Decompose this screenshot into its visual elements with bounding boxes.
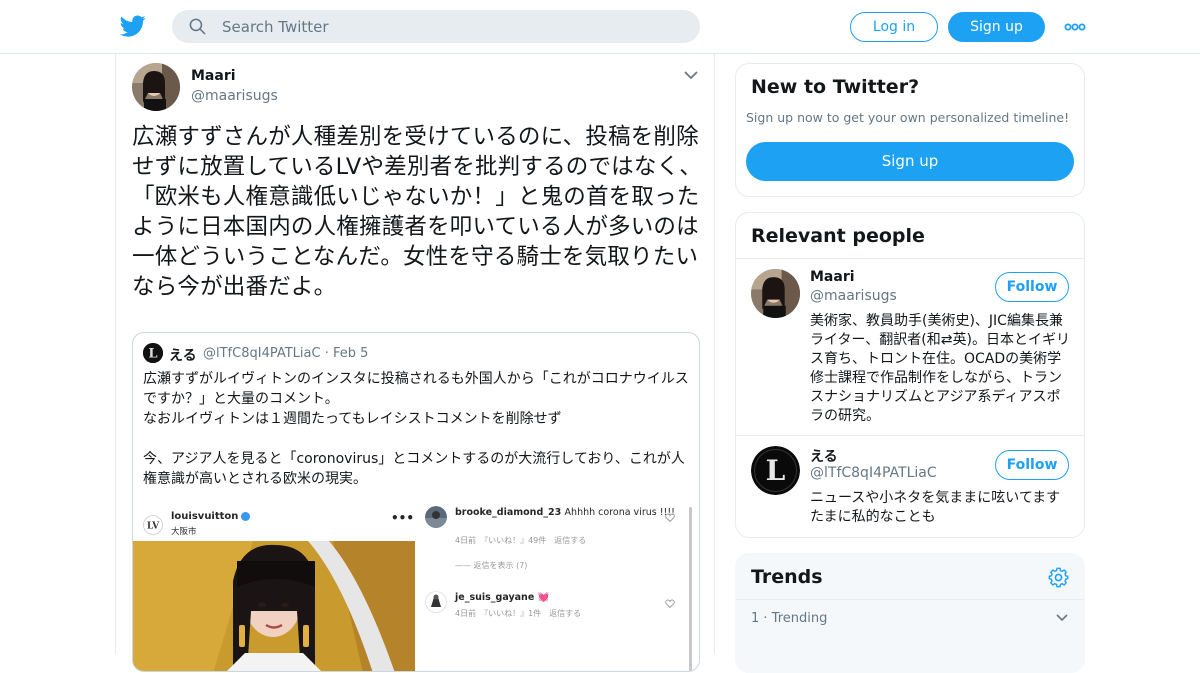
person-handle[interactable]: @maarisugs (810, 288, 897, 304)
instagram-account-name: louisvuitton (171, 511, 251, 522)
person-handle[interactable]: @lTfC8qI4PATLiaC (810, 465, 937, 481)
top-navigation-bar: Log in Sign up (0, 0, 1200, 54)
divider (736, 599, 1084, 600)
quoted-author-handle-date: @lTfC8qI4PATLiaC · Feb 5 (203, 346, 369, 361)
relevant-people-title: Relevant people (751, 225, 925, 247)
sidebar-signup-button[interactable]: Sign up (746, 142, 1074, 181)
media-scrollbar (689, 507, 692, 671)
comment-2-meta: 4日前 『いいね！』1件 返信する (455, 609, 582, 618)
tweet-text: 広瀬すずさんが人種差別を受けているのに、投稿を削除せずに放置しているLVや差別者… (132, 124, 702, 300)
svg-text:L: L (766, 454, 786, 487)
chevron-down-icon[interactable] (1056, 614, 1068, 622)
new-to-twitter-title: New to Twitter? (751, 76, 920, 98)
quoted-tweet[interactable]: L える @lTfC8qI4PATLiaC · Feb 5 広瀬すずがルイヴィト… (132, 332, 700, 672)
signup-button[interactable]: Sign up (948, 12, 1045, 42)
quoted-author-name: える (169, 348, 197, 364)
commenter-avatar (425, 591, 447, 613)
trends-card: Trends 1 · Trending (735, 553, 1085, 673)
person-avatar[interactable]: L (751, 446, 800, 495)
login-button[interactable]: Log in (850, 12, 938, 42)
person-bio: ニュースや小ネタを気ままに呟いてます たまに私的なことも (810, 490, 1061, 525)
trend-item[interactable]: 1 · Trending (751, 611, 827, 626)
comment-1-meta: 4日前 『いいね！』49件 返信する (455, 536, 587, 545)
avatar-photo (132, 63, 180, 111)
chevron-down-icon[interactable] (684, 70, 698, 80)
view-replies: —— 返信を表示 (7) (455, 561, 528, 570)
heart-icon (665, 513, 675, 522)
more-dots-icon[interactable] (1064, 19, 1086, 35)
avatar[interactable] (132, 63, 180, 111)
instagram-location: 大阪市 (171, 527, 197, 537)
comment-2: je_suis_gayane 💓 (455, 592, 550, 603)
relevant-people-card: Relevant people Maari @maarisugs Follow … (735, 212, 1085, 538)
quoted-avatar: L (143, 343, 163, 363)
tweet-column: Maari @maarisugs 広瀬すずさんが人種差別を受けているのに、投稿を… (115, 54, 715, 672)
comment-1: brooke_diamond_23 Ahhhh corona virus !!!… (455, 507, 675, 518)
instagram-more-icon: ••• (391, 511, 415, 525)
trends-title: Trends (751, 566, 823, 588)
search-bar[interactable] (172, 10, 700, 43)
verified-badge-icon (241, 511, 251, 521)
search-icon (189, 18, 206, 35)
instagram-comments: brooke_diamond_23 Ahhhh corona virus !!!… (425, 503, 687, 671)
quoted-media-screenshot[interactable]: LV louisvuitton 大阪市 ••• brooke_diamond_2… (133, 503, 699, 671)
search-input[interactable] (222, 10, 682, 43)
tweet-author-name[interactable]: Maari (191, 68, 236, 84)
divider (736, 258, 1084, 259)
person-name[interactable]: Maari (810, 269, 855, 285)
instagram-photo (133, 541, 415, 671)
svg-text:LV: LV (147, 522, 160, 532)
gear-icon[interactable] (1048, 567, 1069, 588)
follow-button[interactable]: Follow (995, 450, 1069, 480)
person-avatar[interactable] (751, 269, 800, 318)
svg-text:L: L (148, 347, 157, 362)
tweet-author-handle[interactable]: @maarisugs (191, 88, 278, 104)
divider (736, 435, 1084, 436)
commenter-avatar (425, 506, 447, 528)
new-to-twitter-card: New to Twitter? Sign up now to get your … (735, 63, 1085, 197)
new-to-twitter-subtitle: Sign up now to get your own personalized… (746, 110, 1070, 125)
twitter-bird-icon[interactable] (120, 13, 146, 39)
heart-icon (665, 599, 675, 608)
follow-button[interactable]: Follow (995, 272, 1069, 302)
quoted-tweet-text: 広瀬すずがルイヴィトンのインスタに投稿されるも外国人から「これがコロナウイルスで… (143, 371, 689, 487)
lv-logo-icon: LV (143, 515, 163, 535)
person-name[interactable]: える (810, 446, 838, 466)
person-bio: 美術家、教員助手(美術史)、JIC編集長兼ライター、翻訳者(和⇄英)。日本とイギ… (810, 313, 1070, 424)
